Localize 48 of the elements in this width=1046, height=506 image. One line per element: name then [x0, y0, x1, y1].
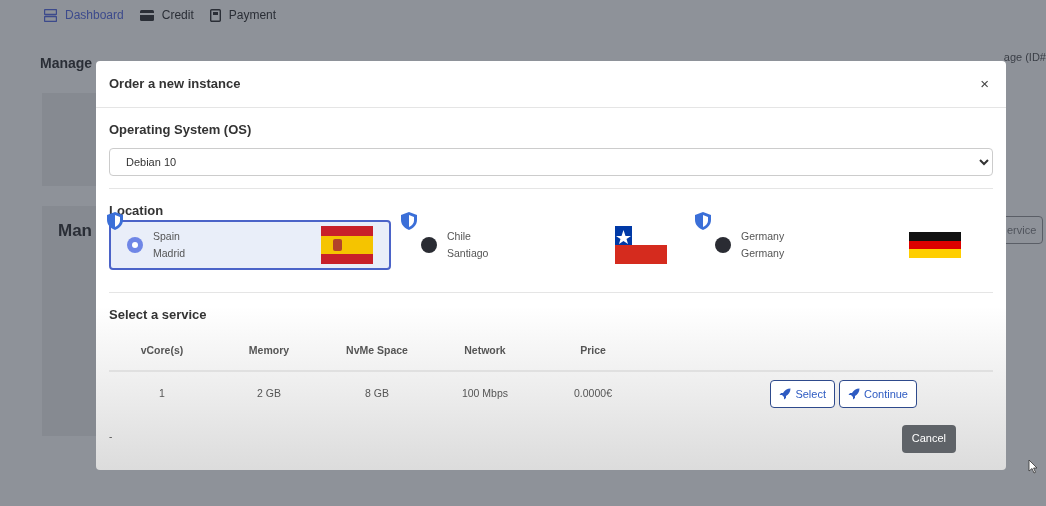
table-cell: 0.0000€	[539, 370, 647, 417]
mouse-cursor-icon	[1028, 459, 1038, 474]
cancel-button[interactable]: Cancel	[901, 424, 956, 453]
location-option[interactable]: Germany Germany	[697, 220, 979, 270]
footer-note: -	[109, 429, 113, 444]
flag-icon	[615, 226, 667, 264]
country-name: Germany	[741, 229, 785, 244]
nav-link[interactable]: Payment	[209, 6, 277, 24]
radio-button[interactable]	[715, 237, 731, 253]
table-cell: 100 Mbps	[431, 370, 539, 417]
column-header: Network	[431, 332, 539, 371]
document-icon	[209, 8, 221, 22]
rocket-icon	[779, 388, 792, 400]
flag-icon	[909, 232, 961, 258]
table-cell: 1	[109, 370, 215, 417]
server-icon	[44, 8, 57, 22]
city-name: Santiago	[447, 246, 489, 261]
column-header: NvMe Space	[323, 332, 431, 371]
os-label: Operating System (OS)	[109, 121, 253, 139]
select-service-button[interactable]: Select	[770, 380, 835, 408]
flag-icon	[321, 226, 373, 264]
shield-icon	[695, 212, 711, 230]
city-name: Madrid	[153, 246, 186, 261]
rocket-icon	[847, 388, 860, 400]
radio-button[interactable]	[127, 237, 143, 253]
credit-card-icon	[139, 9, 154, 21]
service-label: Select a service	[109, 306, 208, 324]
modal-title: Order a new instance	[109, 75, 241, 94]
shield-icon	[401, 212, 417, 230]
close-button[interactable]: ×	[976, 72, 993, 96]
page-title: Manage	[40, 54, 93, 73]
nav-link[interactable]: Credit	[139, 6, 194, 24]
card-title: Man	[58, 221, 92, 240]
column-header: vCore(s)	[109, 332, 215, 371]
breadcrumb: age (ID#	[1003, 50, 1046, 65]
country-name: Chile	[447, 229, 472, 244]
column-header: Memory	[215, 332, 323, 371]
select-service-button[interactable]: Continue	[838, 380, 917, 408]
radio-button[interactable]	[421, 237, 437, 253]
country-name: Spain	[153, 229, 181, 244]
table-cell: 2 GB	[215, 370, 323, 417]
location-option[interactable]: Chile Santiago	[403, 220, 685, 270]
location-option[interactable]: Spain Madrid	[109, 220, 391, 270]
os-select[interactable]: Debian 10	[109, 147, 993, 176]
table-cell: 8 GB	[323, 370, 431, 417]
location-label: Location	[109, 201, 165, 220]
column-header: Price	[539, 332, 647, 371]
city-name: Germany	[741, 246, 785, 261]
